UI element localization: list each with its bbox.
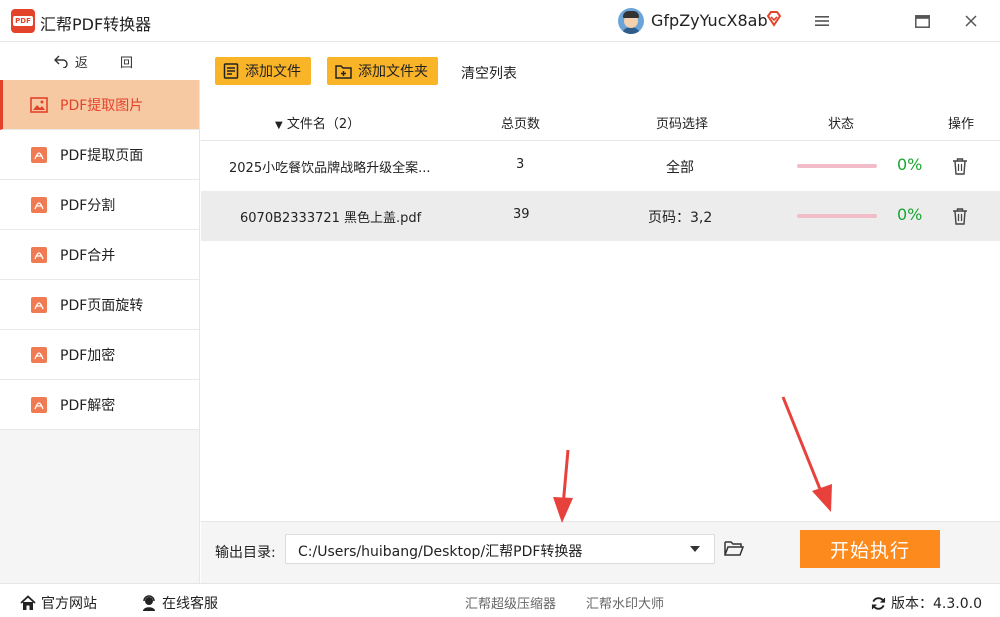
- sidebar-item-merge[interactable]: PDF合并: [0, 230, 199, 280]
- footer: 官方网站 在线客服 汇帮超级压缩器 汇帮水印大师 版本：4.3.0.0: [0, 583, 1000, 617]
- sidebar-item-extract-pages[interactable]: PDF提取页面: [0, 130, 199, 180]
- sidebar-item-label: PDF分割: [60, 197, 116, 214]
- image-icon: [30, 96, 48, 114]
- sidebar-item-split[interactable]: PDF分割: [0, 180, 199, 230]
- progress-bar: [797, 214, 877, 218]
- add-folder-icon: [335, 64, 352, 79]
- column-page-select: 页码选择: [656, 117, 709, 132]
- add-folder-button[interactable]: 添加文件夹: [327, 57, 438, 85]
- back-arrow-icon: [53, 55, 68, 68]
- file-name: 2025小吃餐饮品牌战略升级全案...: [229, 161, 431, 176]
- maximize-icon[interactable]: [909, 8, 935, 34]
- menu-icon[interactable]: [809, 8, 835, 34]
- start-button[interactable]: 开始执行: [800, 530, 940, 568]
- page-selection[interactable]: 全部: [666, 157, 694, 177]
- sidebar-item-label: PDF解密: [60, 397, 116, 414]
- sidebar-item-encrypt[interactable]: PDF加密: [0, 330, 199, 380]
- table-header: ▼ 文件名（2） 总页数 页码选择 状态 操作: [201, 100, 1000, 141]
- pdf-icon: [30, 346, 48, 364]
- chevron-down-icon[interactable]: [690, 546, 700, 552]
- version-info[interactable]: 版本：4.3.0.0: [871, 593, 982, 613]
- back-button[interactable]: 返 回: [0, 42, 200, 80]
- vip-diamond-icon[interactable]: [765, 10, 783, 28]
- official-website-link[interactable]: 官方网站: [20, 593, 97, 613]
- app-logo: PDF: [11, 9, 35, 33]
- title-bar: PDF 汇帮PDF转换器 GfpZyYucX8ab: [0, 0, 1000, 42]
- page-selection[interactable]: 页码：3,2: [648, 207, 712, 227]
- username[interactable]: GfpZyYucX8ab: [651, 11, 768, 30]
- file-list-empty-area: [201, 241, 1000, 521]
- column-status: 状态: [828, 117, 855, 132]
- online-support-link[interactable]: 在线客服: [141, 593, 218, 613]
- progress-percent: 0%: [897, 205, 923, 224]
- file-name: 6070B2333721 黑色上盖.pdf: [240, 211, 422, 226]
- watermark-link[interactable]: 汇帮水印大师: [586, 593, 664, 612]
- delete-icon[interactable]: [952, 157, 968, 175]
- progress-bar: [797, 164, 877, 168]
- pdf-icon: [30, 196, 48, 214]
- open-folder-icon[interactable]: [724, 539, 744, 557]
- table-row[interactable]: 6070B2333721 黑色上盖.pdf 39 页码：3,2 0%: [201, 191, 1000, 241]
- output-label: 输出目录:: [215, 545, 276, 561]
- refresh-icon: [871, 596, 886, 610]
- table-row[interactable]: 2025小吃餐饮品牌战略升级全案... 3 全部 0%: [201, 141, 1000, 191]
- page-count: 3: [516, 157, 525, 172]
- back-label: 返 回: [74, 55, 148, 71]
- sidebar-item-label: PDF页面旋转: [60, 297, 144, 314]
- compressor-link[interactable]: 汇帮超级压缩器: [465, 593, 556, 612]
- home-icon: [20, 595, 36, 610]
- pdf-icon: [30, 246, 48, 264]
- pdf-icon: [30, 396, 48, 414]
- sidebar-item-decrypt[interactable]: PDF解密: [0, 380, 199, 430]
- sidebar-item-label: PDF加密: [60, 347, 116, 364]
- user-avatar[interactable]: [618, 8, 644, 34]
- progress-percent: 0%: [897, 155, 923, 174]
- toolbar: 添加文件 添加文件夹 清空列表: [201, 42, 1000, 100]
- support-agent-icon: [143, 595, 155, 611]
- add-file-icon: [223, 63, 239, 79]
- column-total-pages: 总页数: [501, 117, 541, 132]
- close-icon[interactable]: [958, 8, 984, 34]
- pdf-icon: [30, 296, 48, 314]
- sidebar-item-extract-images[interactable]: PDF提取图片: [0, 80, 199, 130]
- sidebar-item-rotate[interactable]: PDF页面旋转: [0, 280, 199, 330]
- delete-icon[interactable]: [952, 207, 968, 225]
- sidebar-item-label: PDF合并: [60, 247, 116, 264]
- add-file-button[interactable]: 添加文件: [215, 57, 311, 85]
- column-action: 操作: [948, 117, 975, 132]
- clear-list-button[interactable]: 清空列表: [461, 63, 517, 83]
- output-bar: 输出目录: C:/Users/huibang/Desktop/汇帮PDF转换器 …: [201, 521, 1000, 583]
- sidebar-item-label: PDF提取图片: [60, 97, 144, 114]
- sidebar-item-label: PDF提取页面: [60, 147, 144, 164]
- output-path: C:/Users/huibang/Desktop/汇帮PDF转换器: [298, 544, 583, 560]
- column-filename[interactable]: ▼ 文件名（2）: [275, 113, 360, 132]
- page-count: 39: [513, 207, 530, 222]
- output-directory-select[interactable]: C:/Users/huibang/Desktop/汇帮PDF转换器: [285, 534, 715, 564]
- app-title: 汇帮PDF转换器: [40, 15, 152, 34]
- pdf-icon: [30, 146, 48, 164]
- sidebar: 返 回 PDF提取图片 PDF提取页面 PDF分割 PDF合并 PDF页面旋转 …: [0, 42, 200, 583]
